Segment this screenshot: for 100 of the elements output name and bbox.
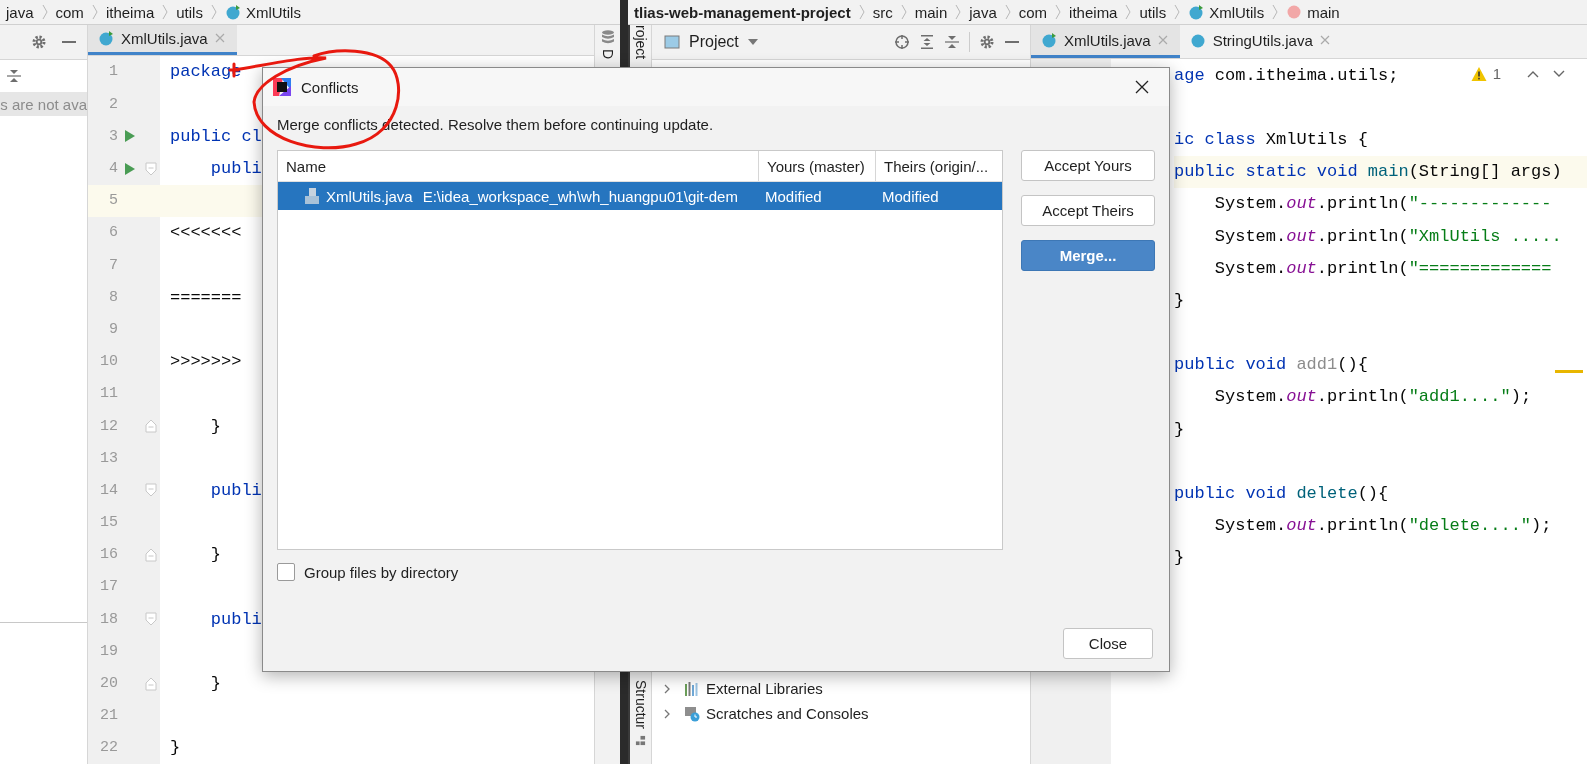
code-line: } [1174,548,1185,568]
column-header[interactable]: Theirs (origin/... [876,151,1002,181]
line-number: 13 [99,449,118,467]
chevron-icon[interactable] [662,708,672,719]
breadcrumb-item[interactable]: src [872,3,893,21]
breadcrumb-item[interactable]: java [969,3,997,21]
code-line: } [209,416,221,436]
database-icon[interactable] [599,29,616,45]
line-number: 6 [108,224,118,242]
editor-tab[interactable]: XmlUtils.java [88,25,237,55]
collapse-all-icon[interactable] [944,34,960,50]
line-number: 2 [108,95,118,113]
chevron-icon [955,4,962,20]
chevron-icon [1272,4,1279,20]
chevron-icon [41,4,48,20]
breadcrumb-item[interactable]: com [1018,3,1048,21]
libraries-icon [684,680,700,697]
chevron-icon[interactable] [662,683,672,694]
breadcrumb-item[interactable]: com [55,3,84,21]
line-number: 9 [108,320,118,338]
tool-window-label[interactable]: Structur [632,680,649,729]
line-number: 19 [99,642,118,660]
tree-item[interactable]: External Libraries [706,680,823,697]
table-cell-text: Modified [881,186,940,207]
checkbox[interactable] [277,563,295,581]
editor-tab[interactable]: StringUtils.java [1179,25,1342,58]
line-number: 4 [108,160,118,178]
structure-icon [635,735,646,746]
line-number: 20 [99,675,118,693]
code-line: public static void main(String[] args) [1174,162,1562,182]
file-icon [304,188,320,204]
chevron-icon [210,4,217,20]
line-number: 11 [99,385,118,403]
file-name: XmlUtils.java [326,187,413,205]
close-button[interactable]: Close [1063,628,1153,659]
table-row[interactable]: XmlUtils.java E:\idea_workspace_wh\wh_huangpu01\git-dem Modified Modified [278,182,1002,210]
breadcrumb-item[interactable]: main [1307,3,1340,21]
code-line: >>>>>>> [170,352,242,372]
expand-all-icon[interactable] [919,34,935,50]
project-view-icon [664,34,680,50]
line-number: 15 [99,514,118,532]
column-header[interactable]: Name [278,151,759,181]
class-icon [224,4,241,20]
dialog-title: Conflicts [301,78,359,96]
code-line: System.out.println("delete...."); [1213,516,1552,536]
code-line: public void add1(){ [1174,355,1368,375]
code-line: age com.itheima.utils; [1174,65,1399,85]
locate-icon[interactable] [894,34,910,50]
breadcrumb-item[interactable]: itheima [1069,3,1118,21]
code-line: } [209,674,221,694]
code-line: System.out.println("XmlUtils ..... [1213,226,1562,246]
action-button[interactable]: Accept Theirs [1021,195,1155,226]
app-icon [273,78,291,96]
warning-icon[interactable] [1470,65,1487,82]
breadcrumb-item[interactable]: XmlUtils [1209,3,1265,21]
tool-window-label[interactable]: roject [632,25,649,60]
breadcrumb-item[interactable]: java [6,3,34,21]
code-line: publi [209,159,262,179]
code-line: System.out.println("============= [1213,258,1552,278]
class-icon [98,30,114,47]
dropdown-icon[interactable] [747,39,758,45]
code-line: } [209,545,221,565]
code-line: } [1174,290,1185,310]
chevron-icon [1125,4,1132,20]
chevron-icon [1174,4,1181,20]
line-number: 12 [99,417,118,435]
code-line: publi [209,480,262,500]
breadcrumb-item[interactable]: main [914,3,948,21]
close-icon[interactable] [1135,80,1149,94]
code-line: publi [209,609,262,629]
settings-icon[interactable] [979,34,995,50]
run-icon[interactable] [124,161,136,176]
breadcrumb-item[interactable]: utils [176,3,203,21]
breadcrumb-item[interactable]: tlias-web-management-project [634,3,851,21]
editor-tab[interactable]: XmlUtils.java [1031,25,1180,58]
tree-item[interactable]: Scratches and Consoles [706,705,869,722]
code-line: public cl [170,126,262,146]
code-line: ======= [170,287,242,307]
breadcrumb-item[interactable]: utils [1139,3,1167,21]
class-icon [1189,32,1206,48]
settings-icon[interactable] [31,34,47,50]
action-button[interactable]: Accept Yours [1021,150,1155,181]
line-number: 10 [99,353,118,371]
panel-title[interactable]: Project [689,33,739,51]
line-number: 14 [99,481,118,499]
scratches-icon [684,705,700,722]
line-number: 17 [99,578,118,596]
column-header[interactable]: Yours (master) [759,151,876,181]
breadcrumb-item[interactable]: itheima [105,3,155,21]
tool-window-label[interactable]: D [599,49,616,60]
breadcrumb-item[interactable]: XmlUtils [245,3,301,21]
run-icon[interactable] [124,129,136,144]
line-number: 22 [99,739,118,757]
line-number: 1 [108,63,118,81]
collapse-icon[interactable] [6,68,22,84]
action-button[interactable]: Merge... [1021,240,1155,271]
checkbox-label[interactable]: Group files by directory [304,563,459,581]
code-line: System.out.println("------------- [1213,194,1552,214]
method-icon [1286,4,1303,20]
chevron-icon [900,4,907,20]
